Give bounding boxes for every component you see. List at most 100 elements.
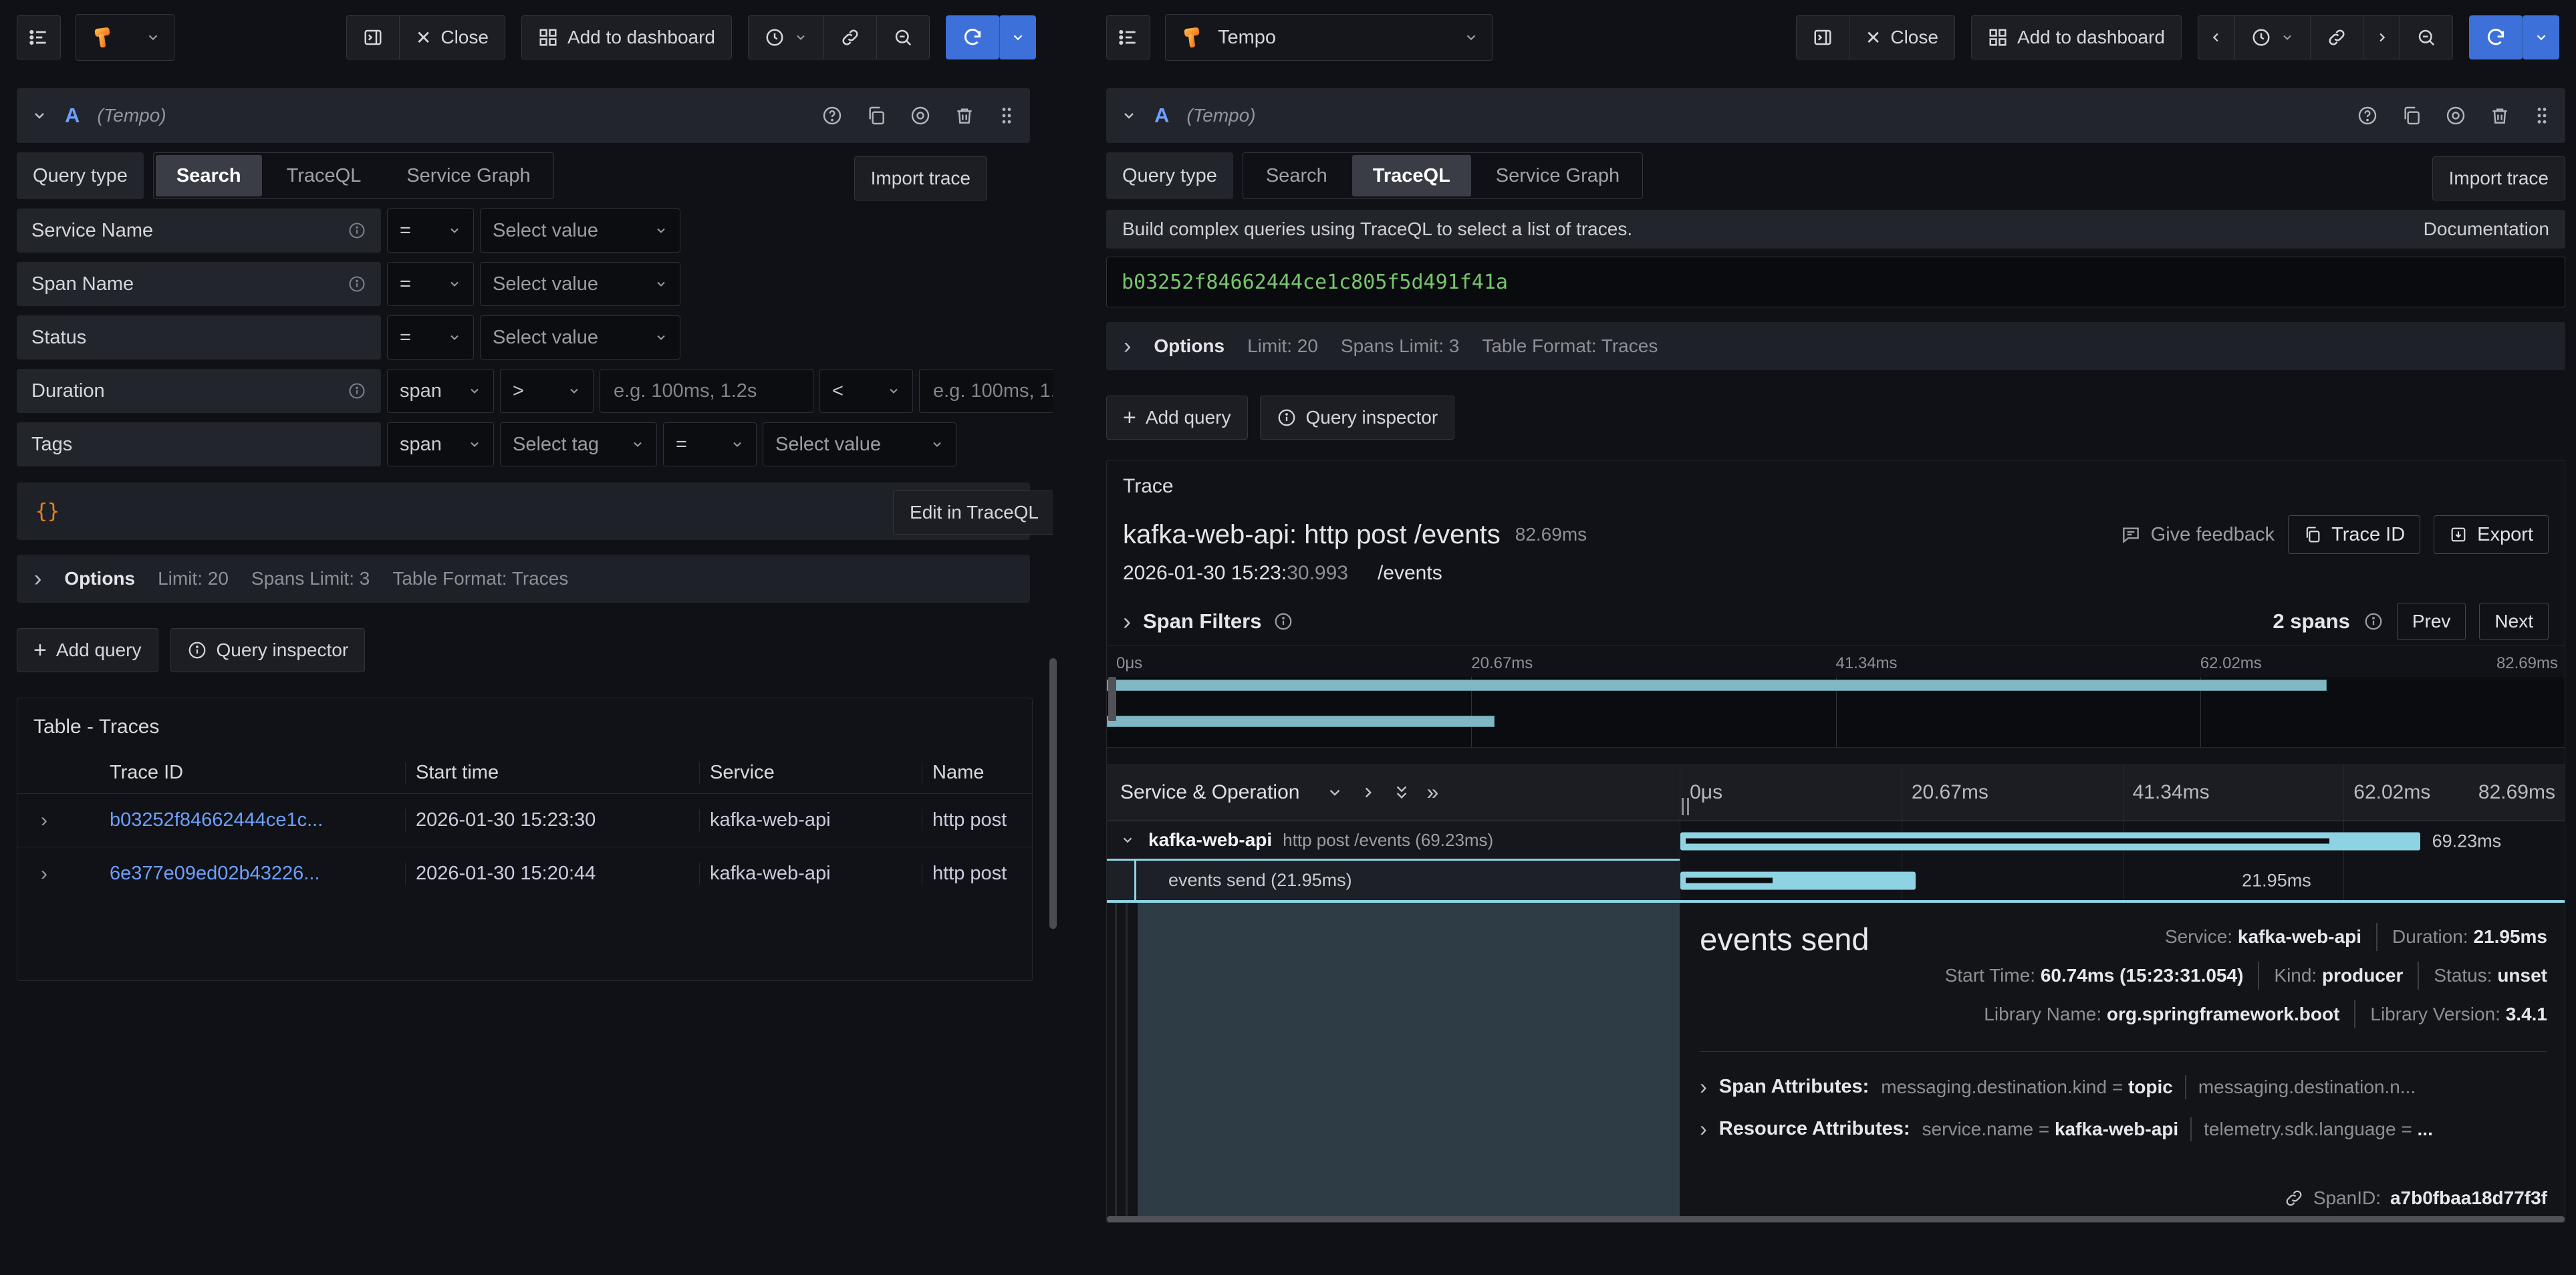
- move-pane-icon-button[interactable]: [1797, 16, 1849, 59]
- minimap-span-bar[interactable]: [1107, 680, 2327, 691]
- resource-attributes-row[interactable]: › Resource Attributes: service.name = ka…: [1700, 1117, 2547, 1141]
- options-collapsed-row[interactable]: › Options Limit: 20 Spans Limit: 3 Table…: [1106, 322, 2565, 370]
- span-row-root[interactable]: kafka-web-api http post /events (69.23ms…: [1107, 821, 2565, 861]
- table-row[interactable]: › b03252f84662444ce1c... 2026-01-30 15:2…: [17, 793, 1032, 847]
- chevron-down-icon[interactable]: [1120, 833, 1135, 847]
- tags-value-select[interactable]: Select value: [763, 422, 956, 466]
- trace-id-button[interactable]: Trace ID: [2288, 515, 2420, 554]
- collapse-one-icon[interactable]: [1326, 784, 1343, 801]
- status-operator-select[interactable]: =: [387, 315, 474, 360]
- minimap-viewport-handle[interactable]: [1108, 677, 1116, 721]
- trace-id-link[interactable]: 6e377e09ed02b43226...: [71, 863, 405, 885]
- link-icon[interactable]: [2284, 1188, 2304, 1208]
- close-pane-button[interactable]: ✕ Close: [399, 16, 505, 59]
- query-row-header[interactable]: A (Tempo): [1106, 88, 2565, 143]
- duration-scope-select[interactable]: span: [387, 369, 494, 413]
- import-trace-button[interactable]: Import trace: [2432, 156, 2565, 200]
- drag-handle-icon[interactable]: [2533, 105, 2551, 126]
- duplicate-query-icon[interactable]: [2401, 105, 2422, 126]
- chevron-right-icon[interactable]: ›: [1123, 607, 1131, 635]
- import-trace-button[interactable]: Import trace: [854, 156, 987, 200]
- tab-service-graph[interactable]: Service Graph: [1473, 153, 1642, 198]
- duration-max-input[interactable]: [919, 369, 1053, 413]
- query-row-header[interactable]: A (Tempo): [17, 88, 1030, 143]
- datasource-picker-mini[interactable]: [76, 14, 174, 61]
- time-picker-button[interactable]: [2234, 16, 2310, 59]
- tab-search[interactable]: Search: [156, 155, 262, 196]
- run-query-button[interactable]: [946, 15, 999, 59]
- tags-operator-select[interactable]: =: [663, 422, 757, 466]
- duration-lt-select[interactable]: <: [819, 369, 913, 413]
- run-query-button[interactable]: [2469, 15, 2523, 59]
- datasource-picker[interactable]: Tempo: [1165, 14, 1493, 61]
- delete-query-icon[interactable]: [2489, 105, 2510, 126]
- time-shift-forward-button[interactable]: [2363, 16, 2400, 59]
- move-pane-icon-button[interactable]: [347, 16, 399, 59]
- column-resize-grip[interactable]: [1682, 798, 1689, 815]
- prev-span-button[interactable]: Prev: [2397, 603, 2466, 640]
- span-filters-label[interactable]: Span Filters: [1143, 609, 1261, 633]
- tab-traceql[interactable]: TraceQL: [1352, 155, 1471, 196]
- query-inspector-button[interactable]: Query inspector: [1260, 396, 1455, 440]
- tags-scope-select[interactable]: span: [387, 422, 494, 466]
- horizontal-scrollbar[interactable]: [1107, 1216, 2565, 1222]
- collapse-chevron-icon[interactable]: [1121, 108, 1137, 124]
- zoom-out-time-button[interactable]: [2400, 16, 2452, 59]
- delete-query-icon[interactable]: [954, 105, 975, 126]
- traceql-query-input[interactable]: b03252f84662444ce1c805f5d491f41a: [1106, 257, 2565, 307]
- table-row[interactable]: › 6e377e09ed02b43226... 2026-01-30 15:20…: [17, 847, 1032, 900]
- help-icon[interactable]: [2357, 105, 2378, 126]
- collapse-all-icon[interactable]: [1393, 783, 1410, 803]
- minimap-span-bar[interactable]: [1107, 716, 1495, 727]
- col-service[interactable]: Service: [699, 762, 922, 784]
- query-inspector-button[interactable]: Query inspector: [170, 628, 366, 672]
- col-name[interactable]: Name: [922, 762, 1032, 784]
- duplicate-query-icon[interactable]: [866, 105, 887, 126]
- duration-min-input[interactable]: [600, 369, 813, 413]
- close-pane-button[interactable]: ✕ Close: [1849, 16, 1954, 59]
- span-duration-bar[interactable]: [1680, 832, 2420, 850]
- trace-id-link[interactable]: b03252f84662444ce1c...: [71, 809, 405, 831]
- duration-gt-select[interactable]: >: [500, 369, 594, 413]
- give-feedback-button[interactable]: Give feedback: [2120, 524, 2275, 546]
- pane-menu-button[interactable]: [1106, 15, 1150, 59]
- selected-span-highlight[interactable]: [1138, 903, 1680, 1222]
- add-query-button[interactable]: + Add query: [17, 628, 158, 672]
- link-time-button[interactable]: [2310, 16, 2363, 59]
- service-name-value-select[interactable]: Select value: [480, 208, 680, 253]
- expand-all-icon[interactable]: »: [1426, 780, 1438, 805]
- col-trace-id[interactable]: Trace ID: [71, 762, 405, 784]
- expand-one-icon[interactable]: [1360, 784, 1377, 801]
- run-query-interval-button[interactable]: [2523, 15, 2559, 59]
- drag-handle-icon[interactable]: [998, 105, 1015, 126]
- span-duration-bar[interactable]: [1680, 871, 1916, 889]
- documentation-link[interactable]: Documentation: [2424, 219, 2549, 240]
- export-button[interactable]: Export: [2434, 515, 2549, 554]
- span-name-operator-select[interactable]: =: [387, 262, 474, 306]
- trace-minimap[interactable]: [1107, 677, 2565, 748]
- help-icon[interactable]: [821, 105, 843, 126]
- pane-menu-button[interactable]: [17, 15, 61, 59]
- link-time-button[interactable]: [823, 16, 876, 59]
- span-name-value-select[interactable]: Select value: [480, 262, 680, 306]
- row-expander-icon[interactable]: ›: [17, 809, 71, 832]
- split-drag-handle[interactable]: [1049, 658, 1057, 929]
- span-row-selected[interactable]: events send (21.95ms) 21.95ms: [1107, 861, 2565, 900]
- tab-traceql[interactable]: TraceQL: [264, 153, 384, 198]
- time-shift-back-button[interactable]: [2198, 16, 2234, 59]
- disable-query-eye-icon[interactable]: [910, 105, 931, 126]
- tags-tag-select[interactable]: Select tag: [500, 422, 657, 466]
- collapse-chevron-icon[interactable]: [31, 108, 47, 124]
- tab-service-graph[interactable]: Service Graph: [384, 153, 553, 198]
- run-query-interval-button[interactable]: [999, 15, 1036, 59]
- add-to-dashboard-button[interactable]: Add to dashboard: [1971, 15, 2182, 59]
- edit-in-traceql-button[interactable]: Edit in TraceQL: [893, 490, 1053, 535]
- status-value-select[interactable]: Select value: [480, 315, 680, 360]
- service-name-operator-select[interactable]: =: [387, 208, 474, 253]
- add-query-button[interactable]: + Add query: [1106, 396, 1248, 440]
- span-attributes-row[interactable]: › Span Attributes: messaging.destination…: [1700, 1075, 2547, 1099]
- row-expander-icon[interactable]: ›: [17, 863, 71, 885]
- time-picker-button[interactable]: [749, 16, 823, 59]
- next-span-button[interactable]: Next: [2479, 603, 2549, 640]
- disable-query-eye-icon[interactable]: [2445, 105, 2466, 126]
